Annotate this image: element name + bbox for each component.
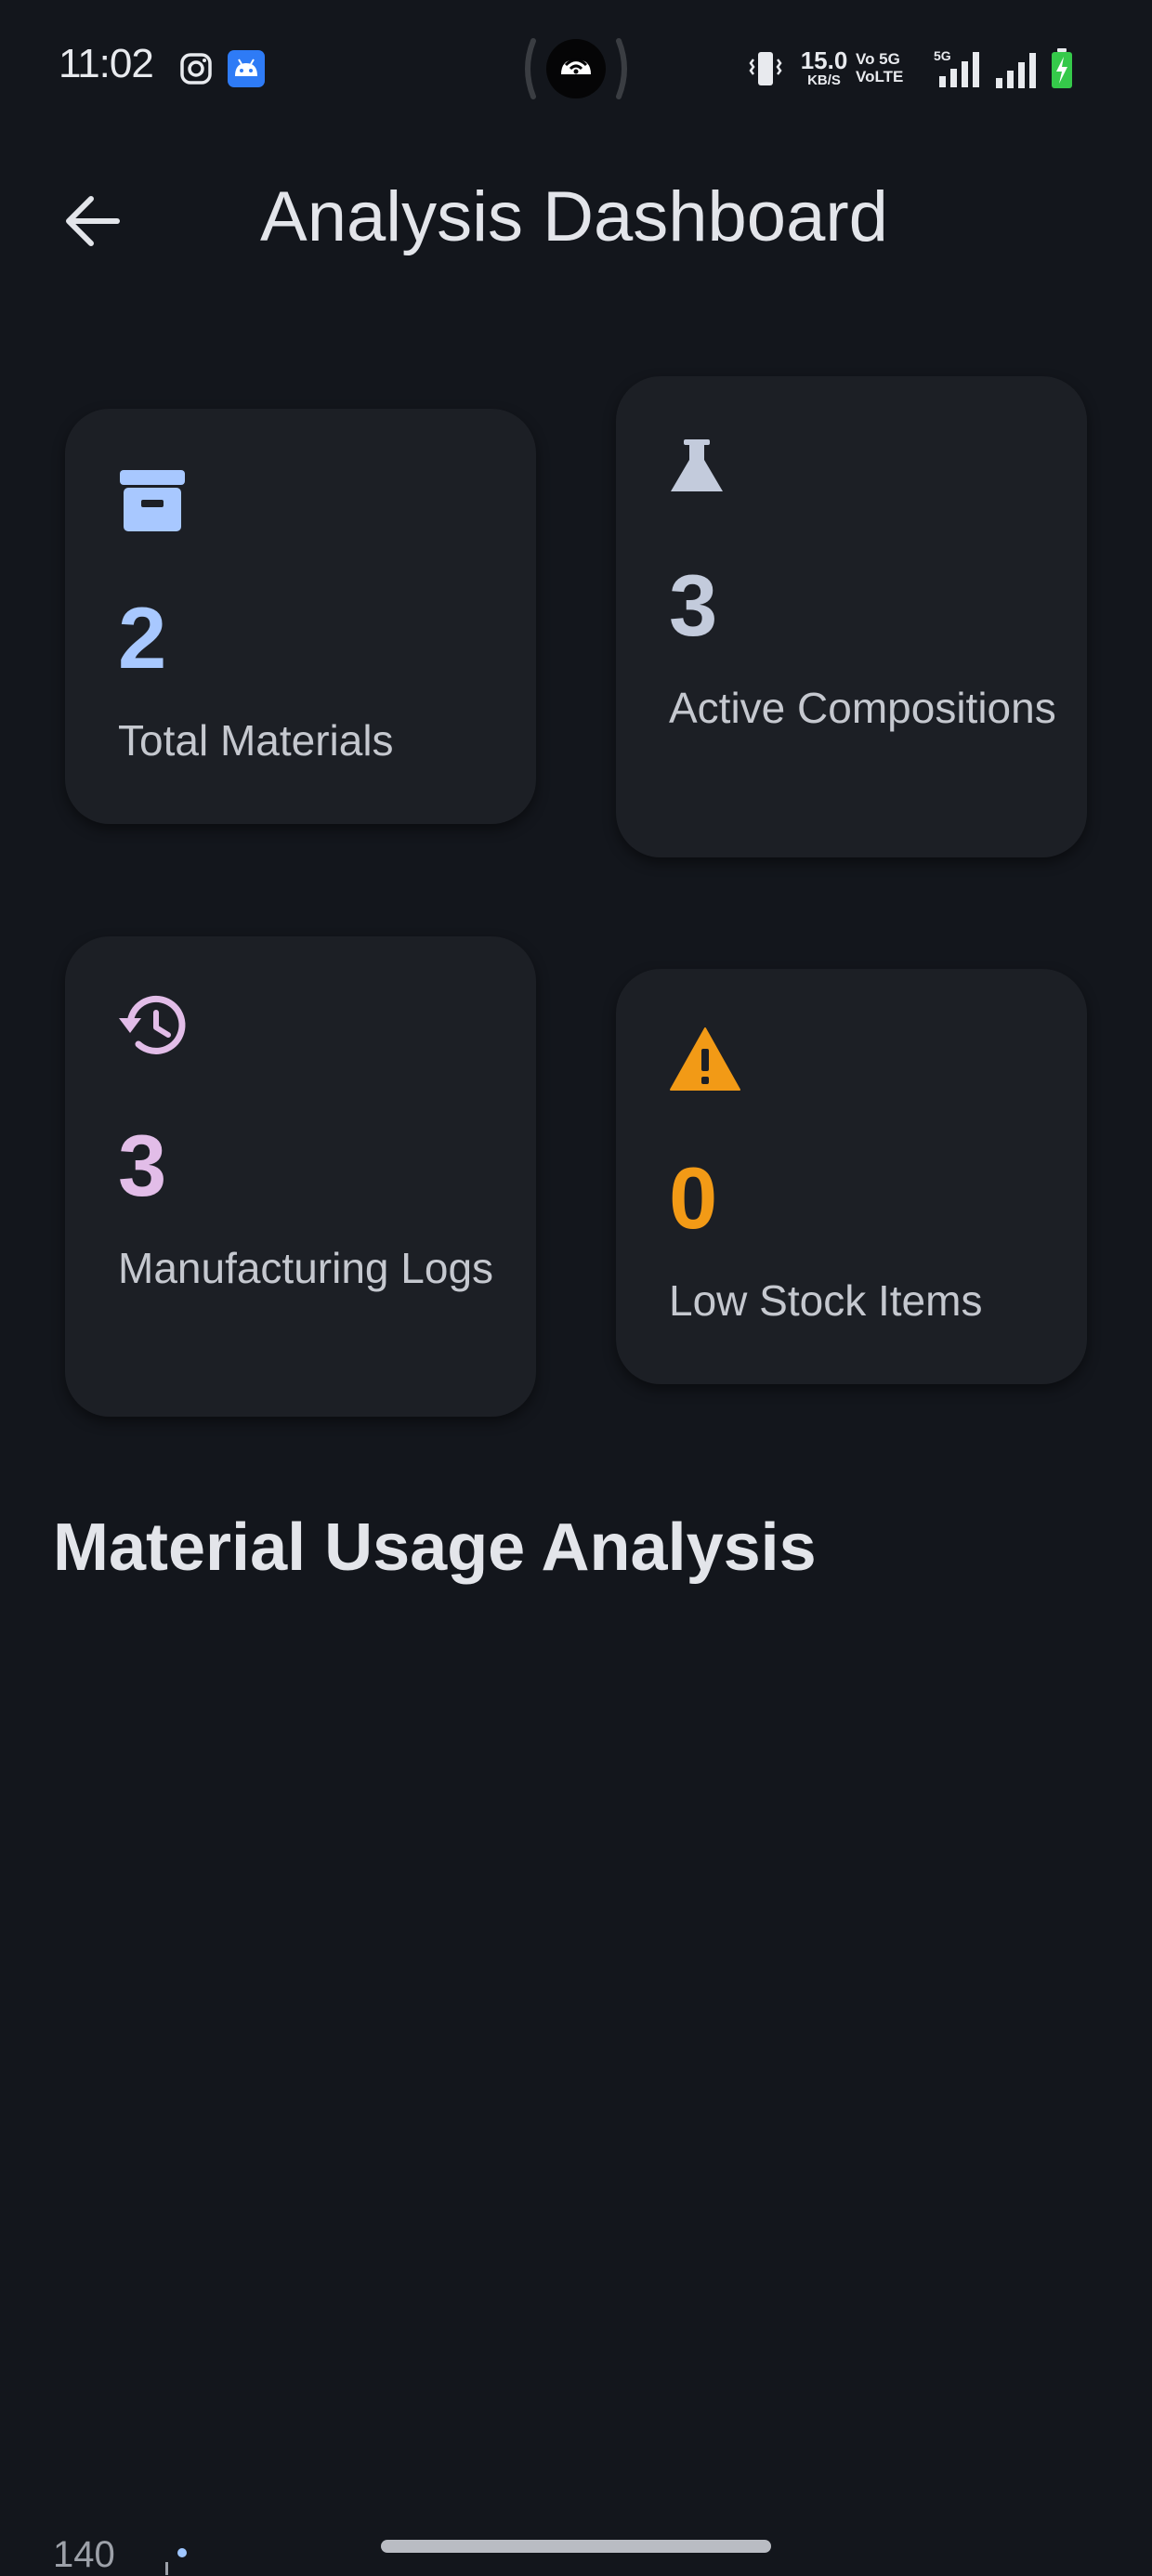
- manufacturing-logs-value: 3: [118, 1117, 167, 1214]
- network-speed-unit: KB/S: [807, 72, 841, 88]
- instagram-icon: [180, 53, 212, 85]
- volte-line-1: Vo 5G: [856, 50, 900, 68]
- signal-5g-icon: 5G: [934, 48, 979, 87]
- low-stock-items-label: Low Stock Items: [669, 1276, 983, 1325]
- warning-icon: [670, 1027, 740, 1091]
- svg-text:5G: 5G: [934, 48, 951, 63]
- status-bar: 11:02 15.0 KB/S Vo 5G VoLTE 5G: [0, 0, 1152, 139]
- active-compositions-card[interactable]: 3 Active Compositions: [616, 376, 1087, 857]
- total-materials-card[interactable]: 2 Total Materials: [65, 409, 536, 824]
- chart-axis-line: [165, 2562, 168, 2575]
- vibrate-icon: [749, 52, 782, 85]
- back-button[interactable]: [56, 186, 130, 260]
- y-axis-tick-label: 140: [53, 2534, 115, 2575]
- arrow-back-icon: [66, 196, 120, 246]
- home-indicator[interactable]: [381, 2540, 771, 2553]
- history-icon: [119, 995, 186, 1054]
- volte-indicator: Vo 5G VoLTE: [856, 50, 903, 85]
- archive-icon: [120, 470, 185, 531]
- chart-data-point: [177, 2548, 187, 2557]
- manufacturing-logs-label: Manufacturing Logs: [118, 1244, 494, 1292]
- total-materials-value: 2: [118, 589, 167, 686]
- low-stock-items-value: 0: [669, 1149, 718, 1247]
- page-title: Analysis Dashboard: [260, 177, 888, 256]
- network-speed-value: 15.0: [800, 46, 848, 74]
- low-stock-items-card[interactable]: 0 Low Stock Items: [616, 969, 1087, 1384]
- hotspot-icon: [525, 38, 627, 99]
- flask-icon: [671, 439, 723, 491]
- battery-charging-icon: [1052, 48, 1072, 88]
- volte-line-2: VoLTE: [856, 68, 904, 85]
- section-title: Material Usage Analysis: [53, 1510, 817, 1585]
- android-icon: [228, 50, 265, 87]
- status-time: 11:02: [59, 41, 154, 86]
- network-speed: 15.0 KB/S: [796, 48, 852, 87]
- signal-icon: [996, 53, 1036, 88]
- manufacturing-logs-card[interactable]: 3 Manufacturing Logs: [65, 936, 536, 1417]
- active-compositions-value: 3: [669, 556, 718, 654]
- active-compositions-label: Active Compositions: [669, 684, 1056, 732]
- total-materials-label: Total Materials: [118, 716, 394, 765]
